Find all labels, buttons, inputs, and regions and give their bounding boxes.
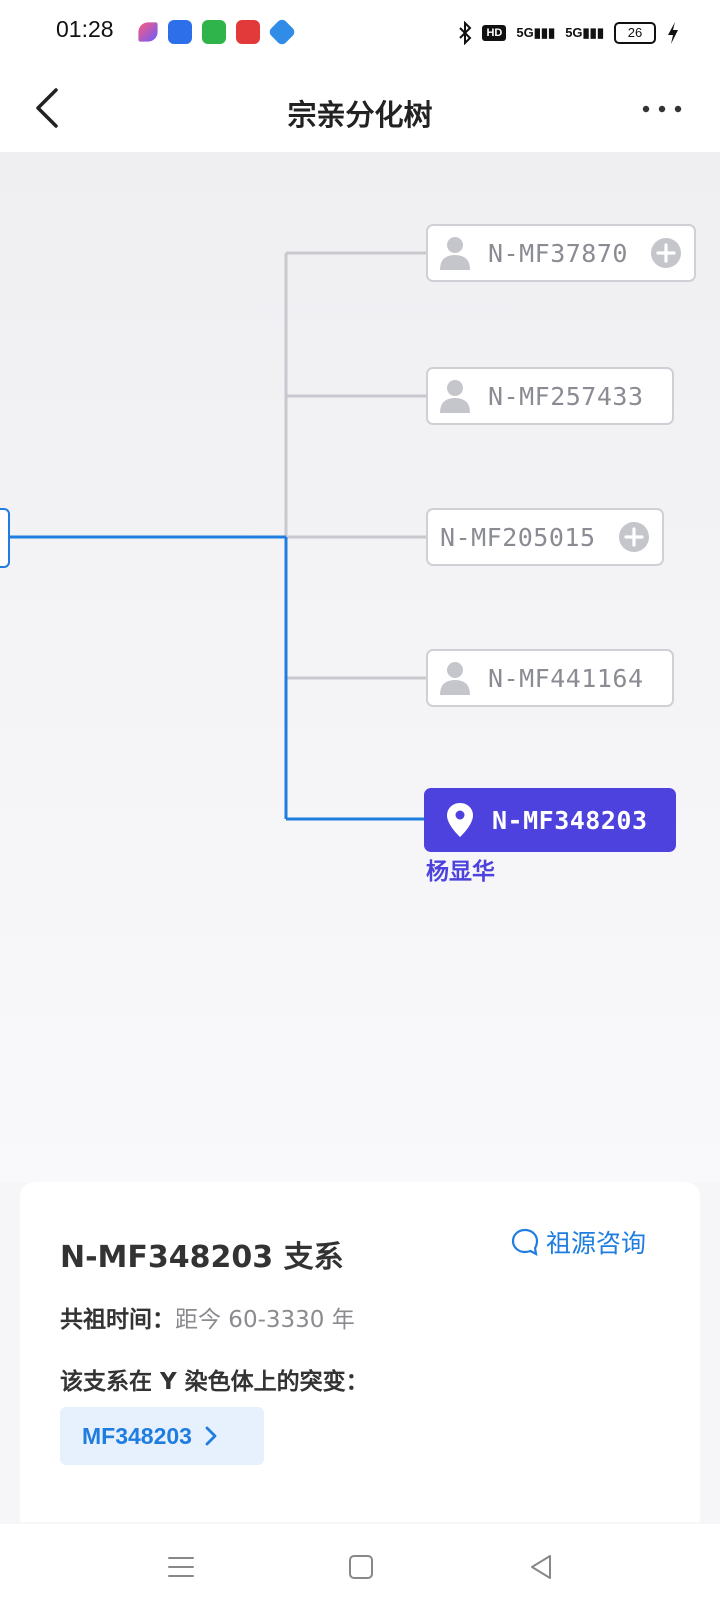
charging-icon xyxy=(668,22,678,44)
system-status-icons: HD 5G▮▮▮ 5G▮▮▮ 26 xyxy=(458,18,680,48)
chat-bubble-icon xyxy=(511,1228,539,1257)
system-nav-bar xyxy=(0,1524,720,1612)
menu-icon[interactable] xyxy=(166,1552,196,1582)
node-label: N-MF348203 xyxy=(492,805,648,835)
bluetooth-icon xyxy=(459,21,472,45)
more-dots-icon xyxy=(642,105,682,113)
signal-2-icon: 5G▮▮▮ xyxy=(565,25,604,40)
card-title: N-MF348203 支系 xyxy=(60,1240,344,1275)
node-label: N-MF205015 xyxy=(440,522,596,552)
page-title: 宗亲分化树 xyxy=(287,98,433,132)
lineage-tree-canvas[interactable]: N-MF37870 N-MF257433 N-MF205015 N-MF4411… xyxy=(0,152,720,1182)
tree-node[interactable]: N-MF205015 xyxy=(426,508,664,566)
branch-info-card: N-MF348203 支系 祖源咨询 共祖时间：距今 60-3330 年 该支系… xyxy=(20,1182,700,1522)
blue-app-icon xyxy=(267,17,297,47)
chevron-right-icon xyxy=(205,1426,217,1446)
baidu-app-icon xyxy=(168,20,192,44)
signal-2-label: 5G xyxy=(565,25,583,40)
more-button[interactable] xyxy=(640,96,684,122)
signal-1-label: 5G xyxy=(516,25,534,40)
hd-badge: HD xyxy=(482,25,507,41)
parent-node-stub[interactable] xyxy=(0,508,10,568)
node-label: N-MF441164 xyxy=(488,663,644,693)
ancestry-consult-button[interactable]: 祖源咨询 xyxy=(510,1224,646,1260)
person-icon xyxy=(440,237,470,270)
consult-label: 祖源咨询 xyxy=(545,1229,646,1258)
tree-node-active[interactable]: N-MF348203 xyxy=(424,788,676,852)
common-ancestor-row: 共祖时间：距今 60-3330 年 xyxy=(60,1300,355,1334)
mutation-label: 该支系在 Y 染色体上的突变： xyxy=(60,1369,369,1395)
location-pin-icon xyxy=(447,803,473,837)
message-app-icon xyxy=(202,20,226,44)
red-app-icon xyxy=(236,20,260,44)
node-label: N-MF37870 xyxy=(488,238,628,268)
status-time: 01:28 xyxy=(56,16,114,42)
node-label: N-MF257433 xyxy=(488,381,644,411)
tree-node[interactable]: N-MF441164 xyxy=(426,649,674,707)
back-triangle-icon[interactable] xyxy=(526,1552,556,1582)
mutation-chip[interactable]: MF348203 xyxy=(60,1407,264,1465)
tree-node[interactable]: N-MF37870 xyxy=(426,224,696,282)
node-owner-name: 杨显华 xyxy=(426,859,495,885)
plus-circle-icon[interactable] xyxy=(618,521,650,553)
signal-1-icon: 5G▮▮▮ xyxy=(516,25,556,40)
feather-app-icon xyxy=(138,22,158,42)
status-bar: 01:28 HD 5G▮▮▮ 5G▮▮▮ 26 xyxy=(0,0,720,66)
ancestor-value: 距今 60-3330 年 xyxy=(175,1307,355,1333)
person-icon xyxy=(440,662,470,695)
home-square-icon[interactable] xyxy=(346,1552,376,1582)
ancestor-label: 共祖时间： xyxy=(60,1307,175,1333)
plus-circle-icon[interactable] xyxy=(650,237,682,269)
nav-bar: 宗亲分化树 xyxy=(0,66,720,152)
tree-node[interactable]: N-MF257433 xyxy=(426,367,674,425)
battery-icon: 26 xyxy=(614,22,656,44)
person-icon xyxy=(440,380,470,413)
mutation-chip-label: MF348203 xyxy=(82,1422,192,1449)
